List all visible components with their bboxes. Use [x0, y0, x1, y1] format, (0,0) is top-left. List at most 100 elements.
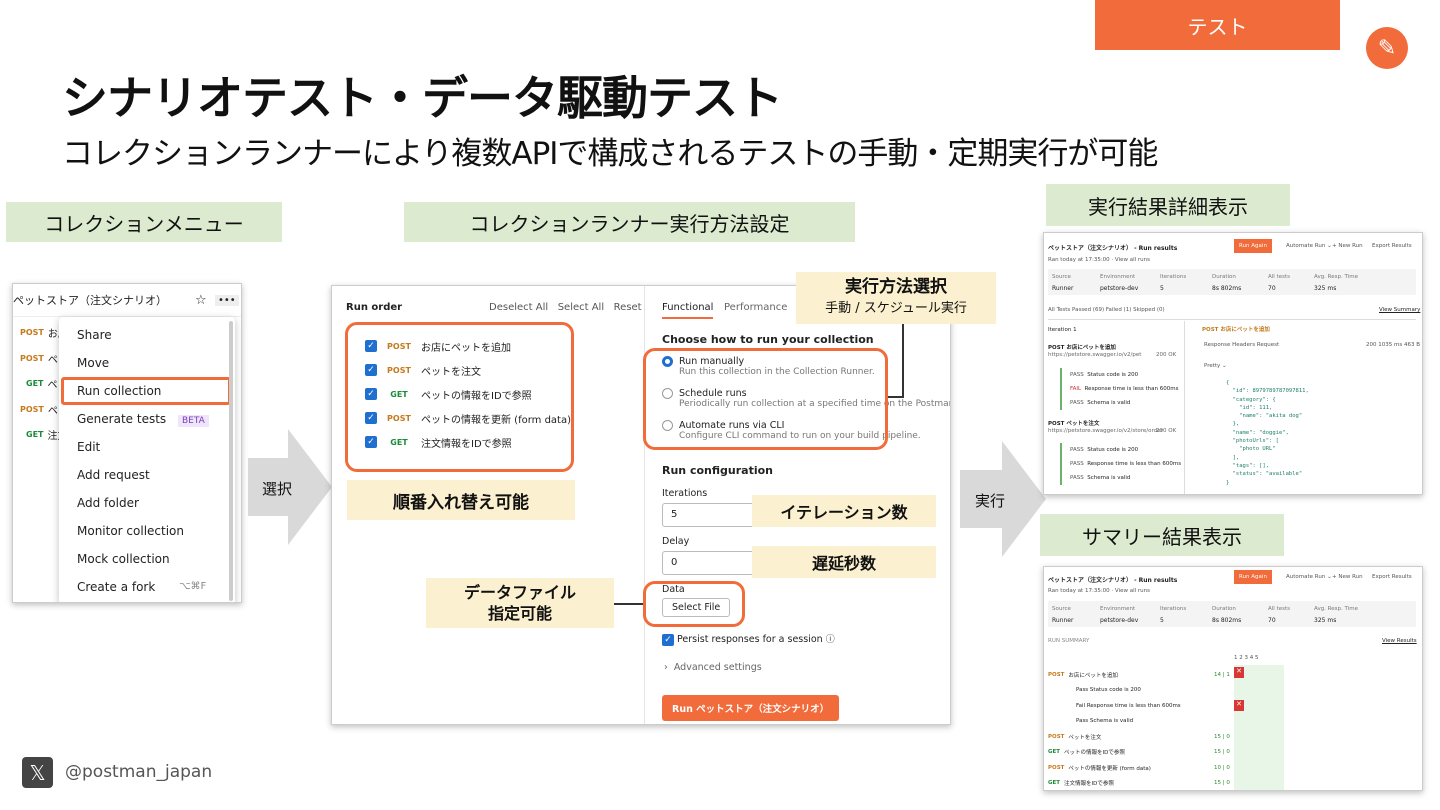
json-line: ], — [1226, 454, 1240, 461]
collection-item[interactable]: ペ — [48, 351, 58, 366]
method-badge: POST — [20, 328, 44, 338]
shortcut-label: ⌥⌘F — [179, 581, 207, 592]
collection-name: ペットストア（注文シナリオ） — [13, 294, 167, 307]
automate-run-button[interactable]: Automate Run ⌄ — [1286, 574, 1332, 580]
choose-heading: Choose how to run your collection — [662, 333, 874, 346]
method-badge: POST — [1048, 764, 1065, 771]
run-button[interactable]: Run ペットストア（注文シナリオ） — [662, 695, 840, 721]
request-url: https://petstore.swagger.io/v2/store/ord… — [1048, 428, 1163, 434]
summary-row[interactable]: Pass Status code is 200 — [1048, 683, 1238, 699]
summary-row[interactable]: GET ペットの情報をIDで参照 15 | 0 — [1048, 745, 1238, 761]
summary-row-count: 15 | 0 — [1214, 780, 1230, 787]
request-1[interactable]: POST お店にペットを追加 — [1048, 343, 1116, 351]
response-meta: 200 1035 ms 463 B — [1366, 342, 1420, 348]
iterations-input[interactable]: 5 — [662, 503, 762, 527]
method-badge: POST — [20, 353, 44, 363]
more-icon[interactable]: ••• — [215, 294, 239, 306]
json-line: "status": "available" — [1226, 471, 1303, 478]
context-menu: Share Move Run collection Generate tests… — [59, 317, 235, 602]
view-results-link[interactable]: View Results — [1382, 638, 1417, 644]
run-again-button[interactable]: Run Again — [1234, 570, 1272, 584]
view-summary-link[interactable]: View Summary — [1379, 307, 1420, 313]
collection-item[interactable]: ペ — [48, 402, 58, 417]
advanced-settings[interactable]: › Advanced settings — [664, 662, 762, 673]
ran-time: Ran today at 17:35:00 · View all runs — [1048, 588, 1150, 594]
tab-performance[interactable]: Performance — [724, 302, 787, 313]
menu-move[interactable]: Move — [59, 349, 235, 377]
json-line: "tags": [], — [1226, 462, 1270, 469]
iteration-columns: 1 2 3 4 5 — [1234, 655, 1259, 661]
result-tabs[interactable]: All Tests Passed (69) Failed (1) Skipped… — [1048, 307, 1165, 313]
summary-row-label: Pass Schema is valid — [1076, 718, 1134, 725]
star-icon[interactable]: ☆ — [195, 293, 207, 308]
run-config-heading: Run configuration — [662, 464, 773, 477]
summary-row[interactable]: Fail Response time is less than 600ms — [1048, 698, 1238, 714]
runner-section-label: コレクションランナー実行方法設定 — [404, 202, 855, 242]
method-badge: POST — [1048, 733, 1065, 740]
summary-row[interactable]: POST ペットを注文 15 | 0 — [1048, 729, 1238, 745]
pretty-dropdown[interactable]: Pretty ⌄ — [1204, 363, 1227, 369]
select-all-button[interactable]: Select All — [558, 302, 604, 313]
json-line: } — [1226, 479, 1230, 486]
reset-button[interactable]: Reset — [614, 302, 642, 313]
summary-row-count: 10 | 0 — [1214, 764, 1230, 771]
delay-input[interactable]: 0 — [662, 551, 762, 575]
collection-menu-screenshot: ペットストア（注文シナリオ） ☆ ••• POST お店 POST ペ GET ペ P… — [12, 283, 242, 603]
method-callout: 実行方法選択 手動 / スケジュール実行 — [796, 272, 996, 324]
summary-row-label: ペットを注文 — [1068, 734, 1102, 741]
method-badge: GET — [26, 379, 44, 389]
method-badge: POST — [20, 404, 44, 414]
response-tabs[interactable]: Response Headers Request — [1204, 342, 1279, 348]
summary-section-label: サマリー結果表示 — [1040, 514, 1284, 556]
menu-edit[interactable]: Edit — [59, 433, 235, 461]
summary-row[interactable]: GET 注文情報をIDで参照 15 | 0 — [1048, 776, 1238, 791]
tab-functional[interactable]: Functional — [662, 302, 714, 319]
detail-section-label: 実行結果詳細表示 — [1046, 184, 1290, 226]
scrollbar[interactable] — [229, 321, 233, 601]
persist-checkbox[interactable]: ✓ Persist responses for a session ⓘ — [662, 632, 835, 646]
results-title: ペットストア（注文シナリオ） - Run results — [1048, 577, 1178, 584]
summary-row-count: 14 | 1 — [1214, 671, 1230, 678]
summary-row-label: Fail Response time is less than 600ms — [1076, 702, 1181, 709]
json-line: "id": 8979789787097811, — [1226, 388, 1309, 395]
menu-create-fork[interactable]: Create a fork ⌥⌘F — [59, 573, 235, 601]
summary-row[interactable]: POST ペットの情報を更新 (form data) 10 | 0 — [1048, 760, 1238, 776]
ran-time: Ran today at 17:35:00 · View all runs — [1048, 257, 1150, 263]
json-line: "name": "doggie", — [1226, 429, 1289, 436]
iterations-label: Iterations — [662, 488, 708, 499]
run-method-highlight — [643, 348, 888, 450]
menu-monitor-collection[interactable]: Monitor collection — [59, 517, 235, 545]
arrow-select-label: 選択 — [262, 480, 293, 498]
data-file-highlight — [643, 581, 745, 627]
export-results-button[interactable]: Export Results — [1372, 243, 1412, 249]
menu-add-folder[interactable]: Add folder — [59, 489, 235, 517]
menu-mock-collection[interactable]: Mock collection — [59, 545, 235, 573]
collection-item[interactable]: ペ — [48, 376, 58, 391]
method-badge: GET — [1048, 749, 1061, 756]
json-line: "photo URL" — [1226, 446, 1276, 453]
request-2[interactable]: POST ペットを注文 — [1048, 419, 1099, 427]
results-detail-screenshot: ペットストア（注文シナリオ） - Run results Ran today a… — [1043, 232, 1423, 495]
new-run-button[interactable]: + New Run — [1332, 574, 1363, 580]
summary-row[interactable]: Pass Schema is valid — [1048, 714, 1238, 730]
beta-badge: BETA — [177, 415, 209, 427]
new-run-button[interactable]: + New Run — [1332, 243, 1363, 249]
run-again-button[interactable]: Run Again — [1234, 239, 1272, 253]
status-ok: 200 OK — [1156, 428, 1177, 434]
json-line: "category": { — [1226, 396, 1276, 403]
summary-row[interactable]: POST お店にペットを追加 14 | 1 — [1048, 667, 1238, 683]
deselect-all-button[interactable]: Deselect All — [489, 302, 548, 313]
info-icon: ⓘ — [825, 635, 835, 645]
menu-generate-tests[interactable]: Generate tests BETA — [59, 405, 235, 433]
iterations-callout: イテレーション数 — [752, 495, 936, 527]
automate-run-button[interactable]: Automate Run ⌄ — [1286, 243, 1332, 249]
menu-add-request[interactable]: Add request — [59, 461, 235, 489]
menu-run-collection[interactable]: Run collection — [61, 377, 231, 405]
summary-row-label: お店にペットを追加 — [1068, 672, 1118, 679]
export-results-button[interactable]: Export Results — [1372, 574, 1412, 580]
x-logo-icon: 𝕏 — [22, 757, 53, 788]
run-order-highlight — [345, 322, 574, 472]
menu-share[interactable]: Share — [59, 321, 235, 349]
section-tag: テスト — [1095, 0, 1340, 50]
run-order-label: Run order — [346, 302, 403, 313]
